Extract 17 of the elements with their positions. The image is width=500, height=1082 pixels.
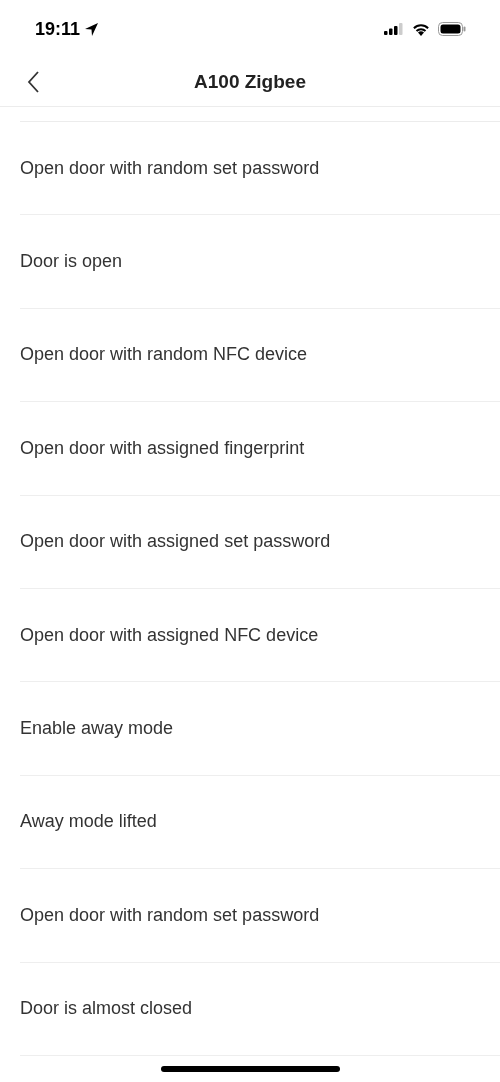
signal-icon bbox=[384, 23, 404, 35]
battery-icon bbox=[438, 22, 466, 36]
page-title: A100 Zigbee bbox=[194, 69, 306, 94]
event-label: Away mode lifted bbox=[20, 810, 157, 834]
status-time: 19:11 bbox=[35, 17, 81, 41]
wifi-icon bbox=[412, 22, 430, 36]
event-label: Open door with random set password bbox=[20, 903, 320, 927]
back-icon[interactable] bbox=[27, 71, 40, 93]
event-label: Enable away mode bbox=[20, 717, 174, 741]
event-label: Open door with random NFC device bbox=[20, 343, 308, 367]
event-label: Door is almost closed bbox=[20, 997, 193, 1021]
event-label: Door is open bbox=[20, 250, 123, 274]
event-label: Open door with random set password bbox=[20, 156, 320, 180]
event-label: Open door with assigned set password bbox=[20, 530, 331, 554]
event-label: Open door with assigned fingerprint bbox=[20, 436, 305, 460]
location-arrow-icon bbox=[84, 21, 100, 37]
event-label: Open door with assigned NFC device bbox=[20, 623, 319, 647]
